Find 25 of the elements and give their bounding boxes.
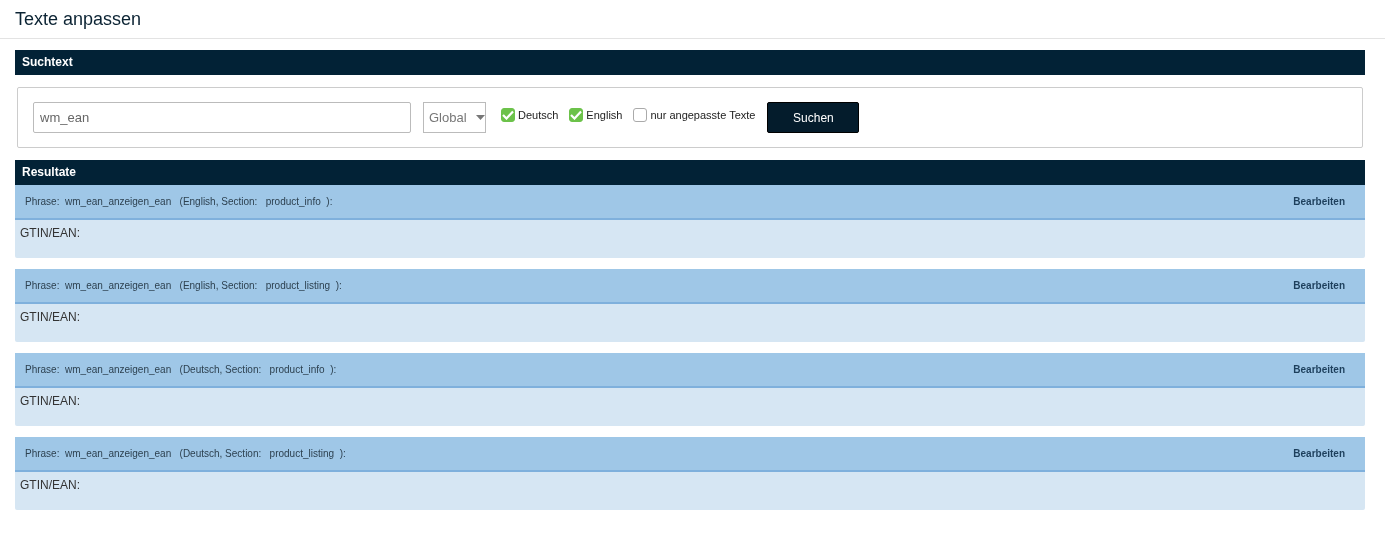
edit-link[interactable]: Bearbeiten — [1293, 448, 1345, 459]
caret-icon — [475, 115, 485, 120]
edit-link[interactable]: Bearbeiten — [1293, 196, 1345, 207]
checkbox[interactable] — [501, 108, 515, 122]
phrase-text: GTIN/EAN: — [19, 477, 81, 494]
edit-link[interactable]: Bearbeiten — [1293, 280, 1345, 291]
checkbox-label: English — [586, 109, 623, 121]
phrase-text: GTIN/EAN: — [19, 225, 81, 242]
search-button[interactable]: Suchen — [767, 102, 860, 133]
page-title: Texte anpassen — [15, 8, 142, 30]
checkbox-label: nur angepasste Texte — [650, 109, 756, 121]
phrase-info: Phrase: wm_ean_anzeigen_ean (Deutsch, Section: product_info ): — [25, 364, 337, 375]
phrase-info: Phrase: wm_ean_anzeigen_ean (English, Section: product_listing ): — [25, 280, 342, 291]
phrase-text: GTIN/EAN: — [19, 309, 81, 326]
phrase-text: GTIN/EAN: — [19, 393, 81, 410]
checkbox[interactable] — [569, 108, 584, 122]
phrase-info: Phrase: wm_ean_anzeigen_ean (English, Section: product_info ): — [25, 196, 333, 207]
section-header: Suchtext — [15, 50, 1365, 75]
scope-dropdown[interactable]: Global — [423, 102, 486, 133]
search-field[interactable]: wm_ean — [33, 102, 411, 133]
edit-link[interactable]: Bearbeiten — [1293, 364, 1345, 375]
checkbox[interactable] — [633, 108, 648, 122]
phrase-info: Phrase: wm_ean_anzeigen_ean (Deutsch, Section: product_listing ): — [25, 448, 346, 459]
checkbox-label: Deutsch — [518, 109, 559, 121]
section-header: Resultate — [15, 160, 1365, 185]
